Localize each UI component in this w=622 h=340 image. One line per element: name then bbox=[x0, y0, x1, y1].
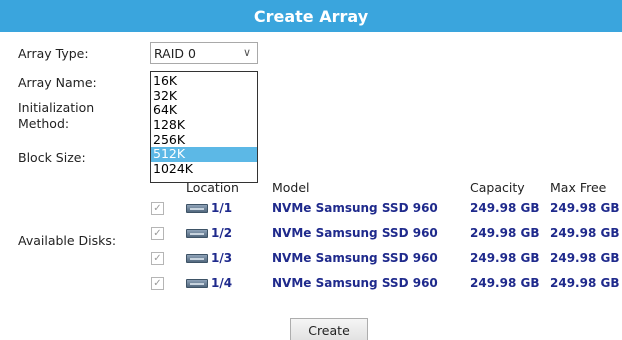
disk-checkbox[interactable]: ✓ bbox=[151, 277, 164, 290]
initialization-method-label-line2: Method: bbox=[18, 116, 70, 131]
initialization-method-label: Initialization Method: bbox=[18, 100, 94, 132]
hard-disk-icon bbox=[186, 254, 208, 263]
array-type-value: RAID 0 bbox=[154, 45, 196, 61]
disk-checkbox[interactable]: ✓ bbox=[151, 202, 164, 215]
hard-disk-icon bbox=[186, 204, 208, 213]
initialization-method-label-line1: Initialization bbox=[18, 100, 95, 115]
disk-checkbox[interactable]: ✓ bbox=[151, 227, 164, 240]
disk-capacity: 249.98 GB bbox=[470, 226, 540, 240]
array-name-label: Array Name: bbox=[18, 75, 97, 90]
disk-location: 1/4 bbox=[211, 276, 233, 290]
disk-location: 1/2 bbox=[211, 226, 233, 240]
disk-model: NVMe Samsung SSD 960 bbox=[272, 276, 438, 290]
disk-checkbox[interactable]: ✓ bbox=[151, 252, 164, 265]
block-size-option-256k[interactable]: 256K bbox=[151, 132, 257, 148]
disk-row: ✓ 1/3 NVMe Samsung SSD 960 249.98 GB 249… bbox=[0, 249, 622, 269]
block-size-option-32k[interactable]: 32K bbox=[151, 88, 257, 104]
chevron-down-icon: ∨ bbox=[242, 46, 251, 59]
hard-disk-icon bbox=[186, 229, 208, 238]
array-type-label: Array Type: bbox=[18, 46, 89, 61]
disk-location: 1/1 bbox=[211, 201, 233, 215]
checkmark-icon: ✓ bbox=[153, 203, 162, 214]
block-size-label: Block Size: bbox=[18, 150, 86, 165]
block-size-option-64k[interactable]: 64K bbox=[151, 103, 257, 118]
block-size-listbox[interactable]: 16K 32K 64K 128K 256K 512K 1024K bbox=[150, 71, 258, 183]
disk-row: ✓ 1/1 NVMe Samsung SSD 960 249.98 GB 249… bbox=[0, 199, 622, 219]
array-type-select[interactable]: RAID 0 ∨ bbox=[150, 42, 258, 64]
block-size-option-1024k[interactable]: 1024K bbox=[151, 161, 257, 177]
block-size-option-512k[interactable]: 512K bbox=[151, 147, 257, 163]
disk-max-free: 249.98 GB bbox=[550, 276, 620, 290]
checkmark-icon: ✓ bbox=[153, 278, 162, 289]
block-size-option-128k[interactable]: 128K bbox=[151, 117, 257, 133]
page-title: Create Array bbox=[253, 6, 369, 26]
column-header-model: Model bbox=[272, 180, 310, 195]
disk-location: 1/3 bbox=[211, 251, 233, 265]
create-button[interactable]: Create bbox=[290, 318, 368, 340]
column-header-location: Location bbox=[186, 180, 239, 195]
disk-max-free: 249.98 GB bbox=[550, 201, 620, 215]
disk-max-free: 249.98 GB bbox=[550, 226, 620, 240]
block-size-option-16k[interactable]: 16K bbox=[151, 73, 257, 89]
disk-row: ✓ 1/2 NVMe Samsung SSD 960 249.98 GB 249… bbox=[0, 224, 622, 244]
disk-model: NVMe Samsung SSD 960 bbox=[272, 226, 438, 240]
disk-row: ✓ 1/4 NVMe Samsung SSD 960 249.98 GB 249… bbox=[0, 274, 622, 294]
disk-capacity: 249.98 GB bbox=[470, 251, 540, 265]
checkmark-icon: ✓ bbox=[153, 228, 162, 239]
column-header-capacity: Capacity bbox=[470, 180, 525, 195]
disk-max-free: 249.98 GB bbox=[550, 251, 620, 265]
column-header-max-free: Max Free bbox=[550, 180, 607, 195]
page-header: Create Array bbox=[0, 0, 622, 32]
disk-model: NVMe Samsung SSD 960 bbox=[272, 251, 438, 265]
disk-capacity: 249.98 GB bbox=[470, 201, 540, 215]
disk-model: NVMe Samsung SSD 960 bbox=[272, 201, 438, 215]
checkmark-icon: ✓ bbox=[153, 253, 162, 264]
disk-capacity: 249.98 GB bbox=[470, 276, 540, 290]
hard-disk-icon bbox=[186, 279, 208, 288]
